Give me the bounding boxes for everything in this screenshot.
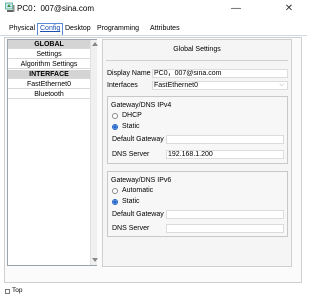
- divider: [106, 60, 288, 61]
- automatic-radio[interactable]: [112, 188, 118, 194]
- ipv4-dns-server-field[interactable]: 192.168.1.200: [166, 150, 284, 159]
- sidebar: GLOBAL Settings Algorithm Settings INTER…: [7, 39, 98, 266]
- section-title: Global Settings: [173, 46, 221, 53]
- ipv6-default-gateway-field[interactable]: [166, 210, 284, 219]
- ipv6-default-gateway-label: Default Gateway: [112, 211, 164, 218]
- automatic-label[interactable]: Automatic: [122, 186, 153, 195]
- title-bar: PC0：007@sina.com — ✕: [0, 0, 307, 19]
- sidebar-item-fastethernet0[interactable]: FastEthernet0: [8, 80, 90, 89]
- interfaces-selected-value: FastEthernet0: [154, 82, 198, 89]
- ipv6-dns-server-field[interactable]: [166, 224, 284, 233]
- ipv4-default-gateway-field[interactable]: [166, 135, 284, 144]
- display-name-field[interactable]: PC0，007@sina.com: [152, 69, 288, 78]
- tab-programming[interactable]: Programming: [95, 23, 141, 35]
- tab-physical[interactable]: Physical: [7, 23, 37, 35]
- ipv4-dns-server-label: DNS Server: [112, 151, 150, 158]
- dhcp-radio[interactable]: [112, 113, 118, 119]
- ipv4-group: Gateway/DNS IPv4 DHCP Static Default Gat…: [107, 96, 288, 164]
- ipv4-group-title: Gateway/DNS IPv4: [111, 102, 172, 109]
- sidebar-scrollbar[interactable]: [90, 40, 98, 265]
- minimize-button[interactable]: —: [222, 0, 250, 17]
- display-name-label: Display Name: [107, 70, 151, 77]
- global-settings-panel: Global Settings Display Name PC0，007@sin…: [102, 39, 292, 267]
- ipv6-dns-server-label: DNS Server: [112, 225, 150, 232]
- static-radio-ipv4[interactable]: [112, 124, 118, 130]
- ipv4-default-gateway-label: Default Gateway: [112, 136, 164, 143]
- sidebar-header-global: GLOBAL: [8, 40, 90, 49]
- interfaces-label: Interfaces: [107, 82, 138, 89]
- tab-attributes[interactable]: Attributes: [148, 23, 182, 35]
- interfaces-select[interactable]: FastEthernet0 ⌵: [152, 81, 288, 90]
- tab-config[interactable]: Config: [37, 23, 64, 35]
- scroll-down-icon[interactable]: [92, 258, 98, 262]
- static-radio-ipv6[interactable]: [112, 199, 118, 205]
- ipv6-group: Gateway/DNS IPv6 Automatic Static Defaul…: [107, 171, 288, 237]
- static-label-ipv6[interactable]: Static: [122, 197, 140, 206]
- close-button[interactable]: ✕: [275, 0, 303, 17]
- dhcp-label[interactable]: DHCP: [122, 111, 142, 120]
- static-label-ipv4[interactable]: Static: [122, 122, 140, 131]
- sidebar-item-settings[interactable]: Settings: [8, 50, 90, 59]
- chevron-down-icon: ⌵: [279, 82, 284, 88]
- sidebar-item-bluetooth[interactable]: Bluetooth: [8, 90, 90, 99]
- ipv6-group-title: Gateway/DNS IPv6: [111, 177, 172, 184]
- scroll-up-icon[interactable]: [92, 42, 98, 46]
- window-title: PC0：007@sina.com: [17, 4, 95, 13]
- status-bar: Top: [0, 284, 307, 297]
- top-checkbox-label[interactable]: Top: [12, 287, 22, 295]
- tab-divider: [0, 35, 307, 36]
- sidebar-header-interface: INTERFACE: [8, 70, 90, 79]
- sidebar-item-algorithm-settings[interactable]: Algorithm Settings: [8, 60, 90, 69]
- top-checkbox[interactable]: [5, 289, 10, 294]
- pc-computer-icon: [5, 2, 15, 12]
- tab-desktop[interactable]: Desktop: [63, 23, 93, 35]
